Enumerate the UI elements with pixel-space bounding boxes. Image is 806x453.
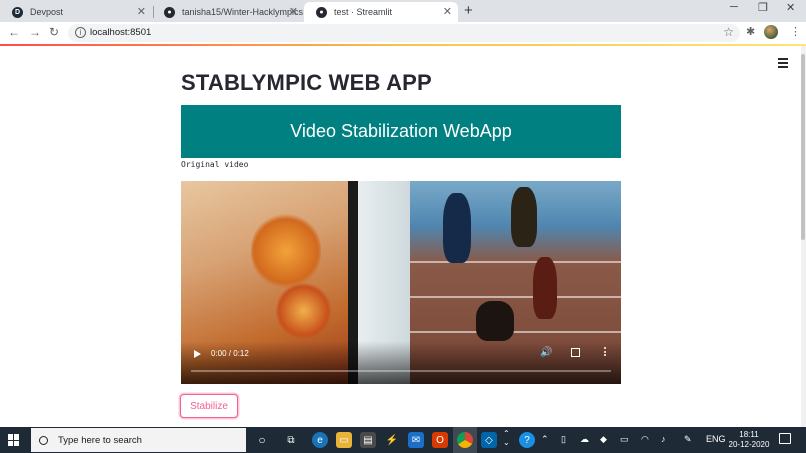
stabilize-button[interactable]: Stabilize <box>180 394 238 418</box>
notification-icon[interactable] <box>779 433 791 444</box>
cortana-icon[interactable]: ○ <box>254 432 270 448</box>
track-line <box>410 261 621 263</box>
video-controls-overlay <box>181 341 621 384</box>
help-icon[interactable]: ? <box>519 432 535 448</box>
runner-figure <box>511 187 537 247</box>
mail-icon[interactable]: ✉ <box>408 432 424 448</box>
windows-taskbar: Type here to search ○ ⧉ e ▭ ▤ ⚡ ✉ O ◇ ⌃ ⌄… <box>0 427 806 453</box>
page-scrollbar[interactable] <box>801 46 806 427</box>
wifi-icon[interactable]: ◠ <box>641 434 649 445</box>
browser-tab-strip: D Devpost ✕ ● tanisha15/Winter-Hacklympi… <box>0 0 806 22</box>
chrome-icon[interactable] <box>457 432 473 448</box>
page-title: STABLYMPIC WEB APP <box>181 70 432 95</box>
tab-label: Devpost <box>30 7 64 17</box>
streamlit-icon: ● <box>316 6 327 18</box>
new-tab-button[interactable]: + <box>464 2 473 19</box>
tab-devpost[interactable]: D Devpost ✕ <box>0 2 152 22</box>
tab-github[interactable]: ● tanisha15/Winter-Hacklympics ✕ <box>152 2 304 22</box>
runner-figure <box>443 193 471 263</box>
windows-start-icon[interactable] <box>8 434 20 446</box>
task-view-icon[interactable]: ⧉ <box>283 432 299 448</box>
taskbar-clock[interactable]: 18:11 20-12-2020 <box>727 430 771 450</box>
minimize-icon[interactable]: ─ <box>730 1 738 13</box>
clock-date: 20-12-2020 <box>728 440 770 449</box>
taskbar-search-placeholder[interactable]: Type here to search <box>58 435 142 446</box>
bookmark-star-icon[interactable]: ☆ <box>723 25 734 39</box>
play-icon[interactable] <box>194 350 201 358</box>
video-flower-shape <box>276 281 331 341</box>
pen-icon[interactable]: ✎ <box>684 434 692 445</box>
edge-icon[interactable]: e <box>312 432 328 448</box>
onedrive-icon[interactable]: ☁ <box>580 434 589 445</box>
devpost-icon: D <box>12 6 23 18</box>
power-automate-icon[interactable]: ⚡ <box>384 432 400 448</box>
reload-icon[interactable]: ↻ <box>49 25 59 39</box>
video-caption: Original video <box>181 160 249 169</box>
extensions-puzzle-icon[interactable]: ✱ <box>746 25 755 38</box>
close-icon[interactable]: ✕ <box>137 5 146 18</box>
browser-toolbar: ← → ↻ i localhost:8501 ☆ <box>0 22 806 44</box>
track-line <box>410 296 621 298</box>
video-time: 0:00 / 0:12 <box>211 349 249 358</box>
restore-icon[interactable]: ❐ <box>758 1 768 14</box>
profile-avatar[interactable] <box>764 25 778 39</box>
tab-label: test · Streamlit <box>334 7 393 17</box>
back-arrow-icon[interactable]: ← <box>8 25 20 39</box>
dropbox-icon[interactable]: ◆ <box>600 434 607 445</box>
video-flower-shape <box>251 211 321 291</box>
taskbar-search-box[interactable]: Type here to search <box>31 428 246 452</box>
track-line <box>410 331 621 333</box>
store-icon[interactable]: ▤ <box>360 432 376 448</box>
video-seek-bar[interactable] <box>191 370 611 372</box>
scroll-arrows-icon[interactable]: ⌃ ⌄ <box>503 429 510 447</box>
banner-text: Video Stabilization WebApp <box>290 121 512 141</box>
clock-time: 18:11 <box>739 430 759 439</box>
video-player[interactable]: 0:00 / 0:12 🔊 <box>181 181 621 384</box>
streamlit-page: STABLYMPIC WEB APP Video Stabilization W… <box>0 46 806 427</box>
window-close-icon[interactable]: ✕ <box>786 1 795 14</box>
tray-expand-icon[interactable]: ⌃ <box>541 434 549 445</box>
hamburger-menu-icon[interactable] <box>778 58 788 70</box>
volume-icon[interactable]: 🔊 <box>540 347 552 358</box>
runner-figure <box>476 301 514 341</box>
file-explorer-icon[interactable]: ▭ <box>336 432 352 448</box>
scrollbar-thumb[interactable] <box>801 54 805 240</box>
github-icon: ● <box>164 6 175 18</box>
language-indicator[interactable]: ENG <box>706 434 726 444</box>
tab-streamlit[interactable]: ● test · Streamlit ✕ <box>304 2 458 22</box>
runner-figure <box>533 257 557 319</box>
browser-menu-icon[interactable]: ⋮ <box>790 25 801 38</box>
close-icon[interactable]: ✕ <box>443 5 452 18</box>
url-text[interactable]: localhost:8501 <box>90 27 151 38</box>
fullscreen-icon[interactable] <box>571 348 580 357</box>
tray-device-icon[interactable]: ▯ <box>561 434 566 445</box>
vscode-icon[interactable]: ◇ <box>481 432 497 448</box>
search-icon <box>39 435 48 445</box>
forward-arrow-icon[interactable]: → <box>29 25 41 39</box>
address-bar[interactable]: i localhost:8501 ☆ <box>68 24 740 42</box>
info-icon[interactable]: i <box>75 27 86 38</box>
speaker-icon[interactable]: ♪ <box>661 434 666 444</box>
tab-label: tanisha15/Winter-Hacklympics <box>182 7 304 17</box>
video-more-options-icon[interactable] <box>604 347 607 358</box>
banner-heading: Video Stabilization WebApp <box>181 105 621 158</box>
battery-icon[interactable]: ▭ <box>620 434 629 445</box>
office-icon[interactable]: O <box>432 432 448 448</box>
close-icon[interactable]: ✕ <box>289 5 298 18</box>
